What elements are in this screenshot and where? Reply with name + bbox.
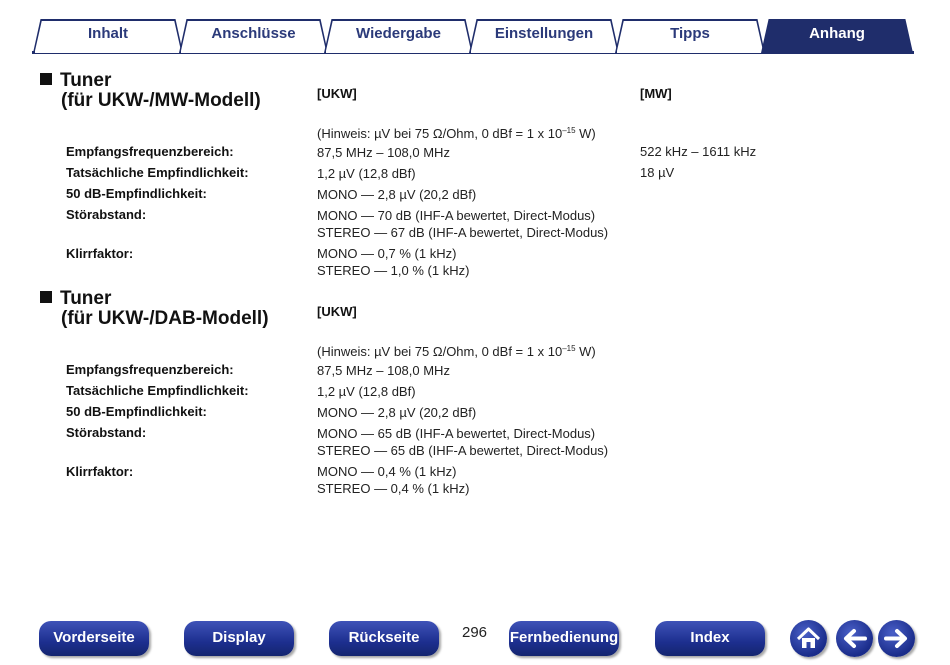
home-button[interactable] [790, 620, 827, 657]
tab-anschluesse[interactable]: Anschlüsse [179, 19, 328, 53]
spec-label: Empfangsfrequenzbereich: [66, 144, 234, 159]
hint-note: (Hinweis: µV bei 75 Ω/Ohm, 0 dBf = 1 x 1… [317, 126, 596, 141]
tab-label: Wiedergabe [356, 25, 441, 42]
tab-anhang[interactable]: Anhang [761, 19, 913, 53]
next-button[interactable] [878, 620, 915, 657]
tab-einstellungen[interactable]: Einstellungen [469, 19, 619, 53]
spec-value: 87,5 MHz – 108,0 MHz [317, 363, 450, 378]
tab-bar: Inhalt Anschlüsse Wiedergabe Einstellung… [0, 0, 950, 60]
spec-value: MONO — 0,4 % (1 kHz) [317, 464, 457, 479]
square-bullet-icon [40, 291, 52, 303]
spec-value-mw: 522 kHz – 1611 kHz [640, 144, 757, 159]
spec-label: Tatsächliche Empfindlichkeit: [66, 165, 249, 180]
section-title-line1: Tuner [60, 288, 112, 309]
spec-value-line2: STEREO — 65 dB (IHF-A bewertet, Direct-M… [317, 443, 609, 458]
tab-label: Anhang [809, 25, 865, 42]
spec-value: MONO — 70 dB (IHF-A bewertet, Direct-Mod… [317, 208, 596, 223]
tab-label: Anschlüsse [211, 25, 296, 42]
spec-label: Störabstand: [66, 207, 147, 222]
spec-value: MONO — 0,7 % (1 kHz) [317, 246, 457, 261]
spec-value: 1,2 µV (12,8 dBf) [317, 384, 416, 399]
column-header-ukw: [UKW] [317, 86, 357, 101]
tab-label: Einstellungen [494, 25, 594, 42]
home-icon [796, 627, 821, 648]
arrow-right-icon [884, 629, 907, 648]
tab-label: Tipps [670, 25, 710, 42]
section-title-line2: (für UKW-/DAB-Modell) [61, 308, 269, 329]
spec-value-line2: STEREO — 0,4 % (1 kHz) [317, 481, 470, 496]
section-title-line2: (für UKW-/MW-Modell) [61, 90, 261, 111]
section-title-ukw-dab: Tuner (für UKW-/DAB-Modell) [40, 289, 269, 329]
tab-tipps[interactable]: Tipps [615, 19, 765, 53]
spec-value-line2: STEREO — 67 dB (IHF-A bewertet, Direct-M… [317, 225, 609, 240]
spec-value-line2: STEREO — 1,0 % (1 kHz) [317, 263, 470, 278]
tab-wiedergabe[interactable]: Wiedergabe [324, 19, 473, 53]
spec-value-mw: 18 µV [640, 165, 675, 180]
front-page-button[interactable]: Vorderseite [39, 621, 149, 656]
index-button[interactable]: Index [655, 621, 765, 656]
column-header-ukw: [UKW] [317, 304, 357, 319]
spec-label: Tatsächliche Empfindlichkeit: [66, 383, 249, 398]
remote-control-button[interactable]: Fernbedienung [509, 621, 619, 656]
spec-label: 50 dB-Empfindlichkeit: [66, 186, 207, 201]
spec-label: Klirrfaktor: [66, 246, 134, 261]
previous-button[interactable] [836, 620, 873, 657]
spec-value: MONO — 2,8 µV (20,2 dBf) [317, 187, 477, 202]
spec-value: 1,2 µV (12,8 dBf) [317, 166, 416, 181]
column-header-mw: [MW] [640, 86, 672, 101]
spec-label: Störabstand: [66, 425, 147, 440]
spec-label: Klirrfaktor: [66, 464, 134, 479]
display-button[interactable]: Display [184, 621, 294, 656]
spec-value: MONO — 2,8 µV (20,2 dBf) [317, 405, 477, 420]
tab-inhalt[interactable]: Inhalt [33, 19, 183, 53]
page-number: 296 [462, 624, 488, 641]
spec-label: 50 dB-Empfindlichkeit: [66, 404, 207, 419]
spec-label: Empfangsfrequenzbereich: [66, 362, 234, 377]
section-title-ukw-mw: Tuner (für UKW-/MW-Modell) [40, 71, 261, 111]
arrow-left-icon [844, 629, 867, 648]
back-page-button[interactable]: Rückseite [329, 621, 439, 656]
hint-note: (Hinweis: µV bei 75 Ω/Ohm, 0 dBf = 1 x 1… [317, 344, 596, 359]
spec-value: 87,5 MHz – 108,0 MHz [317, 145, 450, 160]
tab-label: Inhalt [88, 25, 128, 42]
section-title-line1: Tuner [60, 70, 112, 91]
square-bullet-icon [40, 73, 52, 85]
spec-value: MONO — 65 dB (IHF-A bewertet, Direct-Mod… [317, 426, 596, 441]
